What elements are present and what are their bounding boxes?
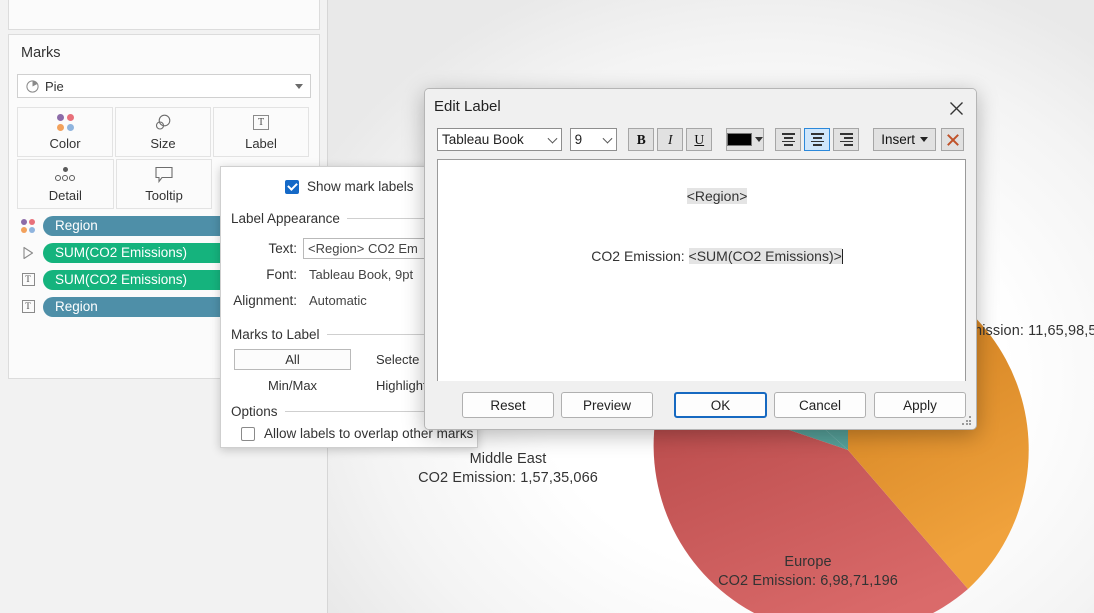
- marks-shelf-label: Detail: [48, 188, 82, 203]
- chevron-down-icon: [920, 137, 928, 142]
- apply-button[interactable]: Apply: [874, 392, 966, 418]
- allow-overlap-checkbox[interactable]: [241, 426, 255, 441]
- editor-line-2: CO2 Emission: <SUM(CO2 Emissions)>: [438, 226, 965, 286]
- dialog-title: Edit Label: [434, 98, 501, 115]
- marks-shelf-size[interactable]: Size: [115, 107, 211, 157]
- italic-button[interactable]: I: [657, 128, 684, 151]
- marks-to-label-title: Marks to Label: [231, 327, 320, 342]
- marks-to-label-all-button[interactable]: All: [234, 349, 351, 370]
- angle-icon: [17, 244, 39, 262]
- align-center-icon[interactable]: [804, 128, 831, 151]
- options-title: Options: [231, 404, 278, 419]
- marks-to-label-minmax-button[interactable]: Min/Max: [234, 375, 351, 396]
- detail-dots-icon: [53, 165, 77, 184]
- empty-card-above-marks: [8, 0, 320, 30]
- bold-button[interactable]: B: [628, 128, 655, 151]
- dialog-toolbar: Tableau Book 9 B I U Insert: [437, 127, 964, 152]
- ok-button[interactable]: OK: [674, 392, 767, 418]
- field-token-region[interactable]: <Region>: [686, 188, 748, 204]
- marks-card-title: Marks: [21, 45, 61, 61]
- marks-shelf-label[interactable]: T Label: [213, 107, 309, 157]
- dialog-titlebar[interactable]: Edit Label: [425, 89, 976, 125]
- chevron-down-icon: [547, 133, 558, 144]
- edit-label-dialog: Edit Label Tableau Book 9 B I U Insert <…: [424, 88, 977, 430]
- show-mark-labels-row[interactable]: Show mark labels: [285, 179, 414, 194]
- resize-grip[interactable]: [962, 416, 972, 426]
- mark-type-dropdown[interactable]: Pie: [17, 74, 311, 98]
- marks-shelf-label: Color: [49, 136, 81, 151]
- show-mark-labels-label: Show mark labels: [307, 179, 414, 194]
- size-circles-icon: [152, 113, 174, 132]
- text-color-picker[interactable]: [726, 128, 765, 151]
- label-font-caption: Font:: [266, 267, 297, 282]
- show-mark-labels-checkbox[interactable]: [285, 179, 299, 194]
- insert-button[interactable]: Insert: [873, 128, 936, 151]
- pie-label-name: Middle East: [469, 451, 547, 467]
- tooltip-bubble-icon: [153, 165, 175, 184]
- chevron-down-icon: [602, 133, 613, 144]
- color-dots-icon: [56, 113, 74, 132]
- marks-shelf-color[interactable]: Color: [17, 107, 113, 157]
- font-family-dropdown[interactable]: Tableau Book: [437, 128, 562, 151]
- field-token-sum-co2[interactable]: <SUM(CO2 Emissions)>: [688, 248, 842, 264]
- cancel-button[interactable]: Cancel: [774, 392, 866, 418]
- text-label-icon: T: [17, 298, 39, 316]
- pie-label-europe: Europe CO2 Emission: 6,98,71,196: [658, 553, 958, 591]
- label-alignment-caption: Alignment:: [233, 293, 297, 308]
- text-style-group: B I U: [628, 128, 715, 151]
- text-label-icon: T: [17, 271, 39, 289]
- editor-static-text: CO2 Emission:: [591, 248, 689, 264]
- pie-label-middle-east: Middle East CO2 Emission: 1,57,35,066: [358, 450, 658, 488]
- font-family-value: Tableau Book: [442, 132, 524, 147]
- text-caret: [841, 249, 843, 264]
- marks-shelf-label-text: Label: [245, 136, 277, 151]
- chevron-down-icon: [755, 137, 764, 142]
- pie-label-value: CO2 Emission: 1,57,35,066: [418, 470, 598, 486]
- label-text-icon: T: [253, 113, 269, 132]
- dialog-footer: Reset Preview OK Cancel Apply: [425, 381, 976, 429]
- insert-label: Insert: [881, 132, 915, 147]
- preview-button[interactable]: Preview: [561, 392, 653, 418]
- align-left-icon[interactable]: [775, 128, 802, 151]
- pie-label-name: Europe: [784, 554, 832, 570]
- label-text-caption: Text:: [268, 241, 297, 256]
- app-root: Middle East CO2 Emission: 1,57,35,066 Eu…: [0, 0, 1094, 613]
- marks-shelf-label: Size: [150, 136, 176, 151]
- font-size-dropdown[interactable]: 9: [569, 128, 618, 151]
- editor-line-1: <Region>: [438, 166, 965, 226]
- mark-type-value: Pie: [45, 78, 64, 94]
- color-dots-icon: [17, 217, 39, 235]
- marks-shelf-detail[interactable]: Detail: [17, 159, 114, 209]
- clear-formatting-icon[interactable]: [941, 128, 964, 151]
- reset-button[interactable]: Reset: [462, 392, 554, 418]
- marks-shelf-label: Tooltip: [145, 188, 183, 203]
- underline-button[interactable]: U: [686, 128, 713, 151]
- align-right-icon[interactable]: [833, 128, 860, 151]
- font-size-value: 9: [574, 132, 583, 147]
- pie-icon: [26, 79, 39, 93]
- alignment-group: [775, 128, 862, 151]
- marks-shelf-tooltip[interactable]: Tooltip: [115, 159, 213, 209]
- close-icon[interactable]: [944, 97, 968, 119]
- color-swatch: [727, 133, 753, 146]
- pie-label-value: CO2 Emission: 6,98,71,196: [718, 573, 898, 589]
- label-appearance-title: Label Appearance: [231, 211, 340, 226]
- chevron-down-icon[interactable]: [288, 75, 310, 97]
